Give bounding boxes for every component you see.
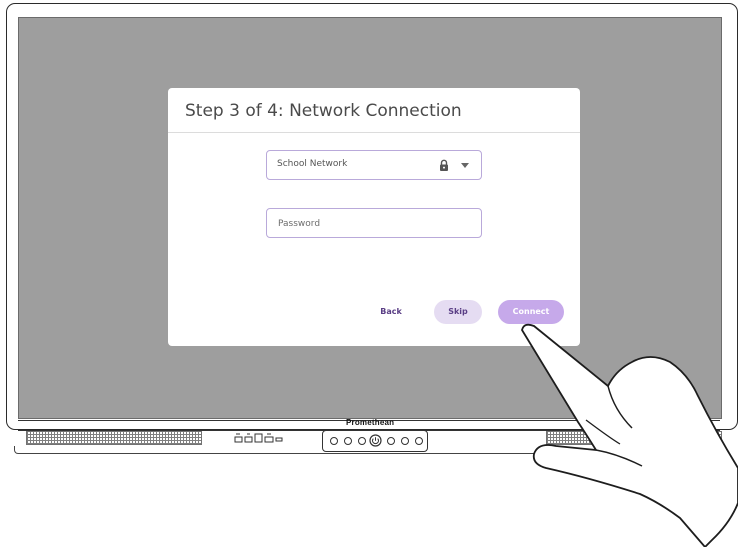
power-button-icon[interactable] — [369, 434, 382, 447]
back-button[interactable]: Back — [366, 300, 416, 324]
skip-button[interactable]: Skip — [434, 300, 482, 324]
password-field[interactable] — [266, 208, 482, 238]
dialog-title: Step 3 of 4: Network Connection — [185, 101, 462, 121]
hardware-button-icon[interactable] — [330, 437, 338, 445]
network-select-value: School Network — [277, 159, 348, 169]
hardware-button-icon[interactable] — [415, 437, 423, 445]
hardware-button-icon[interactable] — [344, 437, 352, 445]
front-ports-icon — [234, 433, 283, 443]
left-speaker-grille — [26, 431, 202, 445]
pointing-hand-icon — [521, 323, 738, 547]
chevron-down-icon[interactable] — [461, 163, 469, 168]
hardware-button-icon[interactable] — [387, 437, 395, 445]
brand-logo: Promethean — [346, 418, 395, 427]
setup-dialog: Step 3 of 4: Network Connection School N… — [168, 88, 580, 346]
hardware-button-icon[interactable] — [401, 437, 409, 445]
hardware-button-icon[interactable] — [358, 437, 366, 445]
title-divider — [168, 132, 580, 133]
hardware-button-panel — [322, 430, 428, 452]
lock-icon — [440, 159, 448, 171]
password-input[interactable] — [276, 215, 470, 233]
network-select[interactable]: School Network — [266, 150, 482, 180]
